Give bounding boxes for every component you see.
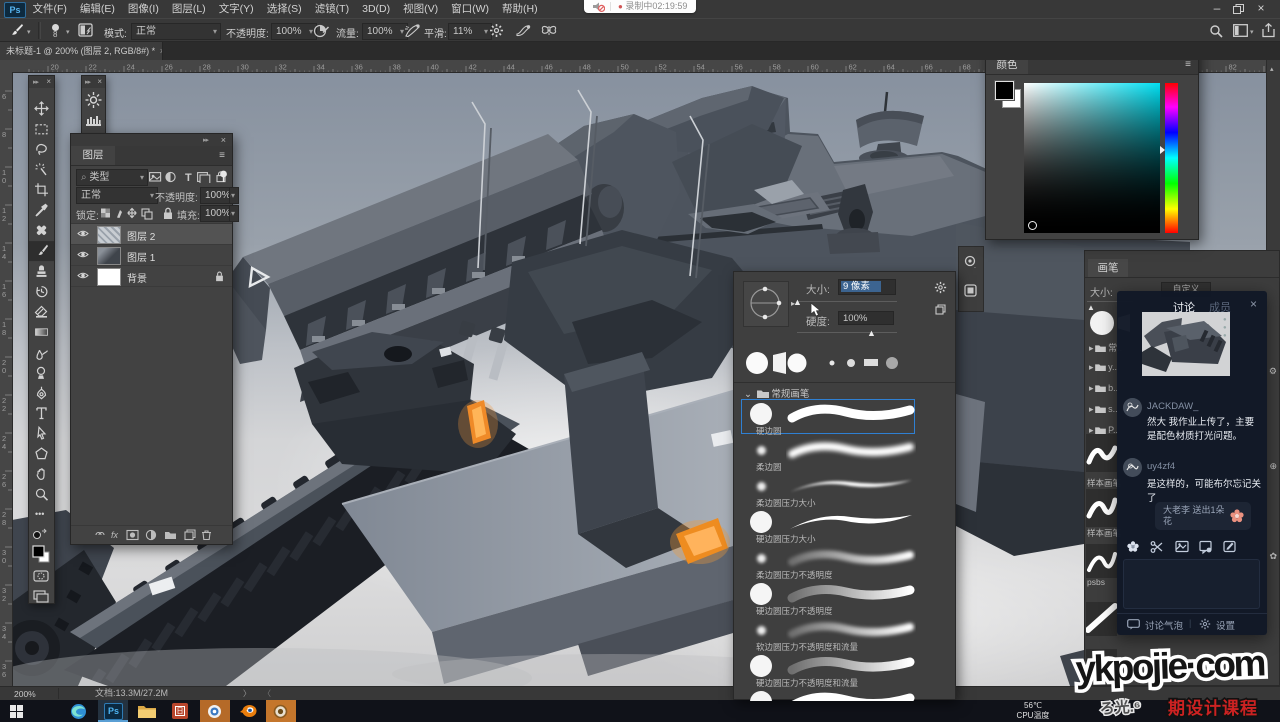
svg-text:T: T — [185, 172, 192, 183]
svg-text:2: 2 — [2, 214, 6, 223]
svg-text:68: 68 — [963, 63, 971, 72]
svg-text:•••: ••• — [35, 509, 44, 519]
svg-text:4: 4 — [2, 632, 6, 641]
svg-text:50: 50 — [621, 63, 629, 72]
svg-text:6: 6 — [2, 480, 6, 489]
svg-text:56: 56 — [735, 63, 743, 72]
svg-text:46: 46 — [545, 63, 553, 72]
svg-text:26: 26 — [165, 63, 173, 72]
svg-text:34: 34 — [317, 63, 325, 72]
svg-text:44: 44 — [507, 63, 515, 72]
svg-text:52: 52 — [659, 63, 667, 72]
svg-text:82: 82 — [1229, 63, 1237, 72]
svg-text:64: 64 — [887, 63, 895, 72]
svg-text:fx: fx — [111, 530, 119, 540]
svg-text:0: 0 — [2, 556, 6, 565]
svg-text:0: 0 — [2, 176, 6, 185]
svg-text:24: 24 — [127, 63, 135, 72]
svg-text:.: . — [974, 263, 976, 269]
svg-text:6: 6 — [2, 92, 6, 101]
svg-text:8: 8 — [2, 130, 6, 139]
svg-text:6: 6 — [2, 290, 6, 299]
svg-text:28: 28 — [203, 63, 211, 72]
svg-text:8: 8 — [2, 518, 6, 527]
svg-text:22: 22 — [89, 63, 97, 72]
svg-text:4: 4 — [2, 442, 6, 451]
svg-text:66: 66 — [925, 63, 933, 72]
svg-text:58: 58 — [773, 63, 781, 72]
svg-text:2: 2 — [2, 404, 6, 413]
svg-text:8: 8 — [2, 328, 6, 337]
svg-text:42: 42 — [469, 63, 477, 72]
svg-text:54: 54 — [697, 63, 705, 72]
svg-text:30: 30 — [241, 63, 249, 72]
svg-text:4: 4 — [2, 252, 6, 261]
svg-text:6: 6 — [2, 670, 6, 679]
svg-text:20: 20 — [51, 63, 59, 72]
svg-text:48: 48 — [583, 63, 591, 72]
svg-text:62: 62 — [849, 63, 857, 72]
svg-text:2: 2 — [2, 594, 6, 603]
svg-text:40: 40 — [431, 63, 439, 72]
svg-text:60: 60 — [811, 63, 819, 72]
svg-text:36: 36 — [355, 63, 363, 72]
svg-text:0: 0 — [2, 366, 6, 375]
svg-text:38: 38 — [393, 63, 401, 72]
svg-text:32: 32 — [279, 63, 287, 72]
